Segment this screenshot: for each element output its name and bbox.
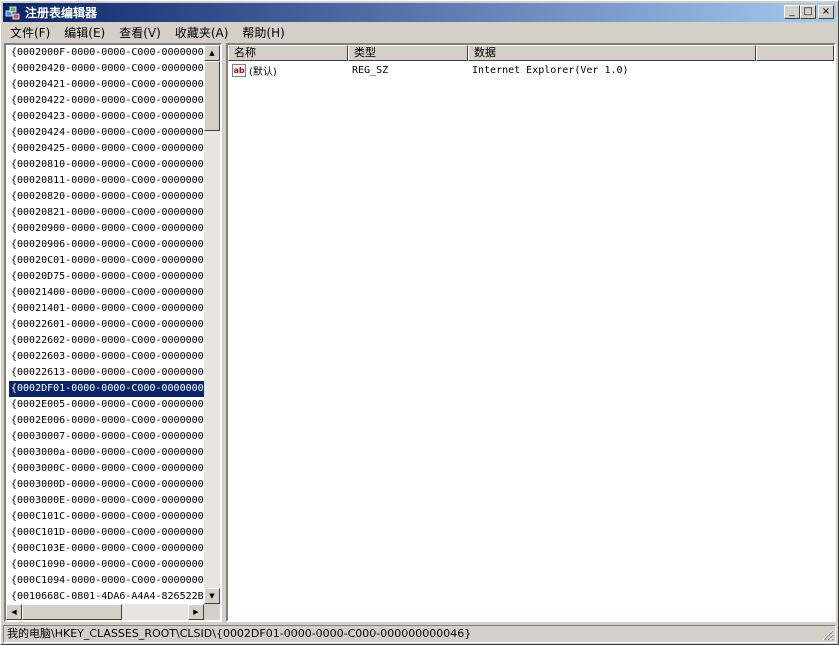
tree-item[interactable]: {0003000C-0000-0000-C000-00000000 [9,461,205,477]
window-controls: _ □ × [784,5,834,19]
tree-item[interactable]: {0003000E-0000-0000-C000-00000000 [9,493,205,509]
values-pane[interactable]: 名称 类型 数据 ab (默认) REG_SZ Internet Explore… [226,43,836,622]
value-name: (默认) [249,67,277,78]
string-value-icon: ab [232,64,246,77]
tree-item[interactable]: {00020900-0000-0000-C000-00000000 [9,221,205,237]
tree-item[interactable]: {0002E006-0000-0000-C000-00000000 [9,413,205,429]
tree-vertical-scrollbar[interactable]: ▲ ▼ [204,45,220,604]
menu-file[interactable]: 文件(F) [3,24,57,41]
minimize-icon: _ [789,6,795,17]
value-row[interactable]: ab (默认) REG_SZ Internet Explorer(Ver 1.0… [228,62,762,79]
close-button[interactable]: × [818,5,834,19]
key-tree-list: {0002000F-0000-0000-C000-00000000 {000204… [9,45,205,605]
tree-horizontal-thumb[interactable] [22,604,122,620]
menu-help[interactable]: 帮助(H) [235,24,291,41]
column-header-name[interactable]: 名称 [228,45,348,61]
tree-item[interactable]: {00022602-0000-0000-C000-00000000 [9,333,205,349]
scroll-up-button[interactable]: ▲ [204,45,220,61]
values-header: 名称 类型 数据 [228,45,834,61]
tree-item[interactable]: {00021400-0000-0000-C000-00000000 [9,285,205,301]
menu-favorites[interactable]: 收藏夹(A) [168,24,236,41]
tree-item[interactable]: {00020424-0000-0000-C000-00000000 [9,125,205,141]
tree-vertical-thumb[interactable] [204,61,220,131]
scroll-down-button[interactable]: ▼ [204,588,220,604]
column-header-data[interactable]: 数据 [468,45,756,61]
tree-item[interactable]: {00020906-0000-0000-C000-00000000 [9,237,205,253]
scroll-right-icon: ▶ [193,608,199,616]
tree-item[interactable]: {000C101D-0000-0000-C000-00000000 [9,525,205,541]
tree-item[interactable]: {00020C01-0000-0000-C000-00000000 [9,253,205,269]
maximize-icon: □ [803,6,813,17]
value-type: REG_SZ [352,65,389,76]
resize-grip-icon[interactable] [822,629,834,641]
minimize-button[interactable]: _ [784,5,800,19]
status-path: 我的电脑\HKEY_CLASSES_ROOT\CLSID\{0002DF01-0… [7,627,472,640]
tree-item[interactable]: {0002000F-0000-0000-C000-00000000 [9,45,205,61]
tree-item[interactable]: {00022601-0000-0000-C000-00000000 [9,317,205,333]
scroll-left-button[interactable]: ◀ [6,604,22,620]
scroll-down-icon: ▼ [209,592,215,600]
title-bar[interactable]: 注册表编辑器 _ □ × [3,3,836,22]
key-tree-pane[interactable]: {0002000F-0000-0000-C000-00000000 {000204… [4,43,222,622]
tree-item-selected[interactable]: {0002DF01-0000-0000-C000-00000000 [9,381,205,397]
tree-item[interactable]: {00020821-0000-0000-C000-00000000 [9,205,205,221]
status-bar: 我的电脑\HKEY_CLASSES_ROOT\CLSID\{0002DF01-0… [3,625,836,643]
value-data: Internet Explorer(Ver 1.0) [472,65,629,76]
tree-horizontal-scrollbar[interactable]: ◀ ▶ [6,604,204,620]
value-name-cell: ab (默认) [228,63,348,78]
tree-item[interactable]: {00020810-0000-0000-C000-00000000 [9,157,205,173]
tree-item[interactable]: {00020D75-0000-0000-C000-00000000 [9,269,205,285]
regedit-app-icon [5,5,21,21]
column-header-filler [756,45,834,61]
window-title: 注册表编辑器 [25,6,98,20]
tree-item[interactable]: {0002E005-0000-0000-C000-00000000 [9,397,205,413]
tree-item[interactable]: {00020425-0000-0000-C000-00000000 [9,141,205,157]
scroll-up-icon: ▲ [209,49,215,57]
tree-item[interactable]: {0010668C-0801-4DA6-A4A4-826522B6 [9,589,205,605]
scroll-corner [204,604,220,620]
tree-item[interactable]: {00022613-0000-0000-C000-00000000 [9,365,205,381]
tree-item[interactable]: {00020421-0000-0000-C000-00000000 [9,77,205,93]
tree-item[interactable]: {00020423-0000-0000-C000-00000000 [9,109,205,125]
column-header-type[interactable]: 类型 [348,45,468,61]
tree-item[interactable]: {00021401-0000-0000-C000-00000000 [9,301,205,317]
tree-item[interactable]: {000C1090-0000-0000-C000-00000000 [9,557,205,573]
tree-item[interactable]: {0003000D-0000-0000-C000-00000000 [9,477,205,493]
menu-bar: 文件(F) 编辑(E) 查看(V) 收藏夹(A) 帮助(H) [3,23,292,42]
tree-item[interactable]: {000C1094-0000-0000-C000-00000000 [9,573,205,589]
tree-item[interactable]: {00020811-0000-0000-C000-00000000 [9,173,205,189]
registry-editor-window: 注册表编辑器 _ □ × 文件(F) 编辑(E) 查看(V) 收藏夹(A) 帮助… [0,0,839,645]
menu-edit[interactable]: 编辑(E) [57,24,112,41]
maximize-button[interactable]: □ [800,5,816,19]
close-icon: × [821,6,831,17]
tree-item[interactable]: {0003000a-0000-0000-C000-00000000 [9,445,205,461]
tree-item[interactable]: {00020422-0000-0000-C000-00000000 [9,93,205,109]
tree-item[interactable]: {000C103E-0000-0000-C000-00000000 [9,541,205,557]
tree-item[interactable]: {00020420-0000-0000-C000-00000000 [9,61,205,77]
tree-item[interactable]: {00022603-0000-0000-C000-00000000 [9,349,205,365]
menu-view[interactable]: 查看(V) [112,24,168,41]
tree-item[interactable]: {000C101C-0000-0000-C000-00000000 [9,509,205,525]
scroll-right-button[interactable]: ▶ [188,604,204,620]
scroll-left-icon: ◀ [11,608,17,616]
tree-item[interactable]: {00020820-0000-0000-C000-00000000 [9,189,205,205]
tree-item[interactable]: {00030007-0000-0000-C000-00000000 [9,429,205,445]
